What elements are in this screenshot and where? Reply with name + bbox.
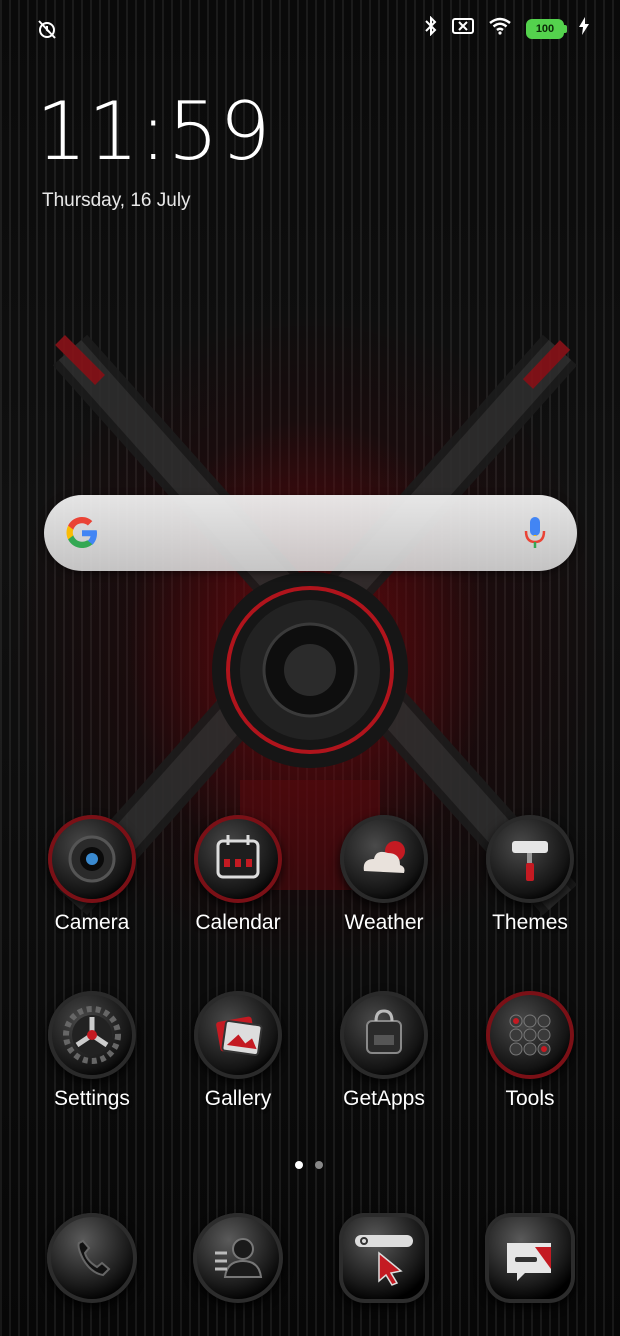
app-gallery[interactable]: Gallery (178, 991, 298, 1111)
paint-roller-icon (486, 815, 574, 903)
camera-icon (48, 815, 136, 903)
page-dot[interactable] (315, 1161, 323, 1169)
app-calendar[interactable]: Calendar (178, 815, 298, 935)
lockscreen-time: 11:59 (36, 85, 272, 178)
app-label: Camera (54, 911, 130, 934)
page-dot-active[interactable] (295, 1161, 303, 1169)
app-label: Calendar (195, 911, 281, 934)
battery-icon: 100 (526, 18, 567, 39)
app-label: Themes (492, 911, 568, 934)
app-themes[interactable]: Themes (470, 815, 590, 935)
page-indicator (295, 1161, 323, 1169)
lockscreen-date: Thursday, 16 July (42, 190, 191, 211)
app-getapps[interactable]: GetApps (324, 991, 444, 1111)
app-label: GetApps (343, 1087, 425, 1110)
messages-icon[interactable] (485, 1213, 575, 1303)
browser-icon[interactable] (339, 1213, 429, 1303)
app-label: Gallery (204, 1087, 272, 1110)
app-camera[interactable]: Camera (32, 815, 152, 935)
app-label: Weather (344, 911, 424, 934)
app-settings[interactable]: Settings (32, 991, 152, 1111)
charging-icon (578, 17, 590, 40)
app-weather[interactable]: Weather (324, 815, 444, 935)
tools-folder-icon (486, 991, 574, 1079)
microphone-icon[interactable] (523, 515, 547, 556)
calendar-icon (194, 815, 282, 903)
phone-icon[interactable] (47, 1213, 137, 1303)
google-logo-icon (64, 515, 100, 556)
google-search-bar[interactable] (44, 495, 577, 571)
contacts-icon[interactable] (193, 1213, 283, 1303)
shopping-bag-icon (340, 991, 428, 1079)
weather-icon (340, 815, 428, 903)
bluetooth-icon (424, 15, 438, 41)
app-label: Tools (505, 1087, 555, 1110)
app-label: Settings (54, 1087, 130, 1110)
alarm-off-icon (36, 20, 58, 44)
gallery-icon (194, 991, 282, 1079)
no-sim-icon (452, 18, 474, 39)
wifi-icon (488, 17, 512, 40)
app-tools[interactable]: Tools (470, 991, 590, 1111)
status-bar: 100 (0, 0, 620, 58)
gear-icon (48, 991, 136, 1079)
